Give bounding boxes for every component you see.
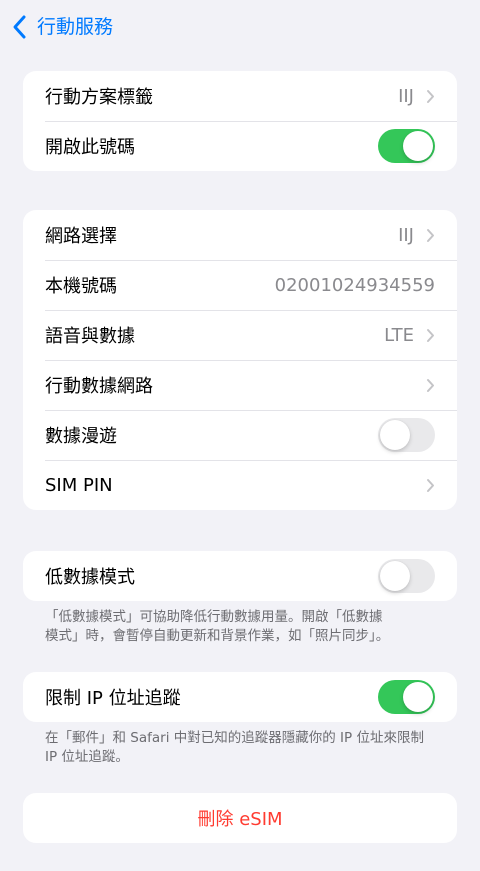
sim-pin-row[interactable]: SIM PIN <box>23 460 457 510</box>
line-settings-group: 行動方案標籤 IIJ 開啟此號碼 <box>23 71 457 171</box>
voice-data-label: 語音與數據 <box>45 326 135 347</box>
low-data-mode-toggle[interactable] <box>378 559 435 593</box>
network-selection-label: 網路選擇 <box>45 226 117 247</box>
toggle-knob <box>403 131 433 161</box>
toggle-knob <box>403 682 433 712</box>
network-selection-row[interactable]: 網路選擇 IIJ <box>23 210 457 260</box>
footnote-line: IP 位址追蹤。 <box>45 749 129 765</box>
plan-label-row[interactable]: 行動方案標籤 IIJ <box>23 71 457 121</box>
chevron-right-icon <box>427 328 434 342</box>
data-roaming-row: 數據漫遊 <box>23 410 457 460</box>
back-button-label: 行動服務 <box>37 16 114 38</box>
cellular-data-network-label: 行動數據網路 <box>45 376 153 397</box>
chevron-right-icon <box>427 89 434 103</box>
low-data-mode-label: 低數據模式 <box>45 567 135 588</box>
voice-data-value: LTE <box>384 324 414 346</box>
navigation-bar: 行動服務 <box>0 0 480 52</box>
toggle-knob <box>380 420 410 450</box>
my-number-value: 02001024934559 <box>274 274 435 296</box>
footnote-line: 「低數據模式」可協助降低行動數據用量。開啟「低數據 <box>45 609 383 625</box>
chevron-right-icon <box>427 478 434 492</box>
limit-ip-tracking-toggle[interactable] <box>378 680 435 714</box>
network-settings-group: 網路選擇 IIJ 本機號碼 02001024934559 語音與數據 LTE 行… <box>23 210 457 510</box>
ip-tracking-footnote: 在「郵件」和 Safari 中對已知的追蹤器隱藏你的 IP 位址來限制 IP 位… <box>45 729 445 767</box>
plan-label-value: IIJ <box>398 85 414 107</box>
delete-esim-group: 刪除 eSIM <box>23 793 457 843</box>
my-number-label: 本機號碼 <box>45 276 117 297</box>
low-data-mode-group: 低數據模式 <box>23 551 457 601</box>
turn-on-line-row: 開啟此號碼 <box>23 121 457 171</box>
low-data-mode-footnote: 「低數據模式」可協助降低行動數據用量。開啟「低數據 模式」時，會暫停自動更新和背… <box>45 608 445 646</box>
my-number-row: 本機號碼 02001024934559 <box>23 260 457 310</box>
turn-on-line-label: 開啟此號碼 <box>45 137 135 158</box>
network-selection-value: IIJ <box>398 224 414 246</box>
plan-label-label: 行動方案標籤 <box>45 87 153 108</box>
data-roaming-label: 數據漫遊 <box>45 426 117 447</box>
cellular-data-network-row[interactable]: 行動數據網路 <box>23 360 457 410</box>
back-button[interactable]: 行動服務 <box>12 12 113 42</box>
footnote-line: 在「郵件」和 Safari 中對已知的追蹤器隱藏你的 IP 位址來限制 <box>45 730 424 746</box>
delete-esim-button[interactable]: 刪除 eSIM <box>23 793 457 843</box>
toggle-knob <box>380 561 410 591</box>
turn-on-line-toggle[interactable] <box>378 129 435 163</box>
limit-ip-tracking-row: 限制 IP 位址追蹤 <box>23 672 457 722</box>
data-roaming-toggle[interactable] <box>378 418 435 452</box>
sim-pin-label: SIM PIN <box>45 474 113 496</box>
voice-data-row[interactable]: 語音與數據 LTE <box>23 310 457 360</box>
chevron-left-icon <box>13 15 26 39</box>
chevron-right-icon <box>427 228 434 242</box>
low-data-mode-row: 低數據模式 <box>23 551 457 601</box>
limit-ip-tracking-label: 限制 IP 位址追蹤 <box>45 688 181 709</box>
chevron-right-icon <box>427 378 434 392</box>
delete-esim-label: 刪除 eSIM <box>197 809 283 830</box>
ip-tracking-group: 限制 IP 位址追蹤 <box>23 672 457 722</box>
footnote-line: 模式」時，會暫停自動更新和背景作業，如「照片同步」。 <box>45 628 390 644</box>
